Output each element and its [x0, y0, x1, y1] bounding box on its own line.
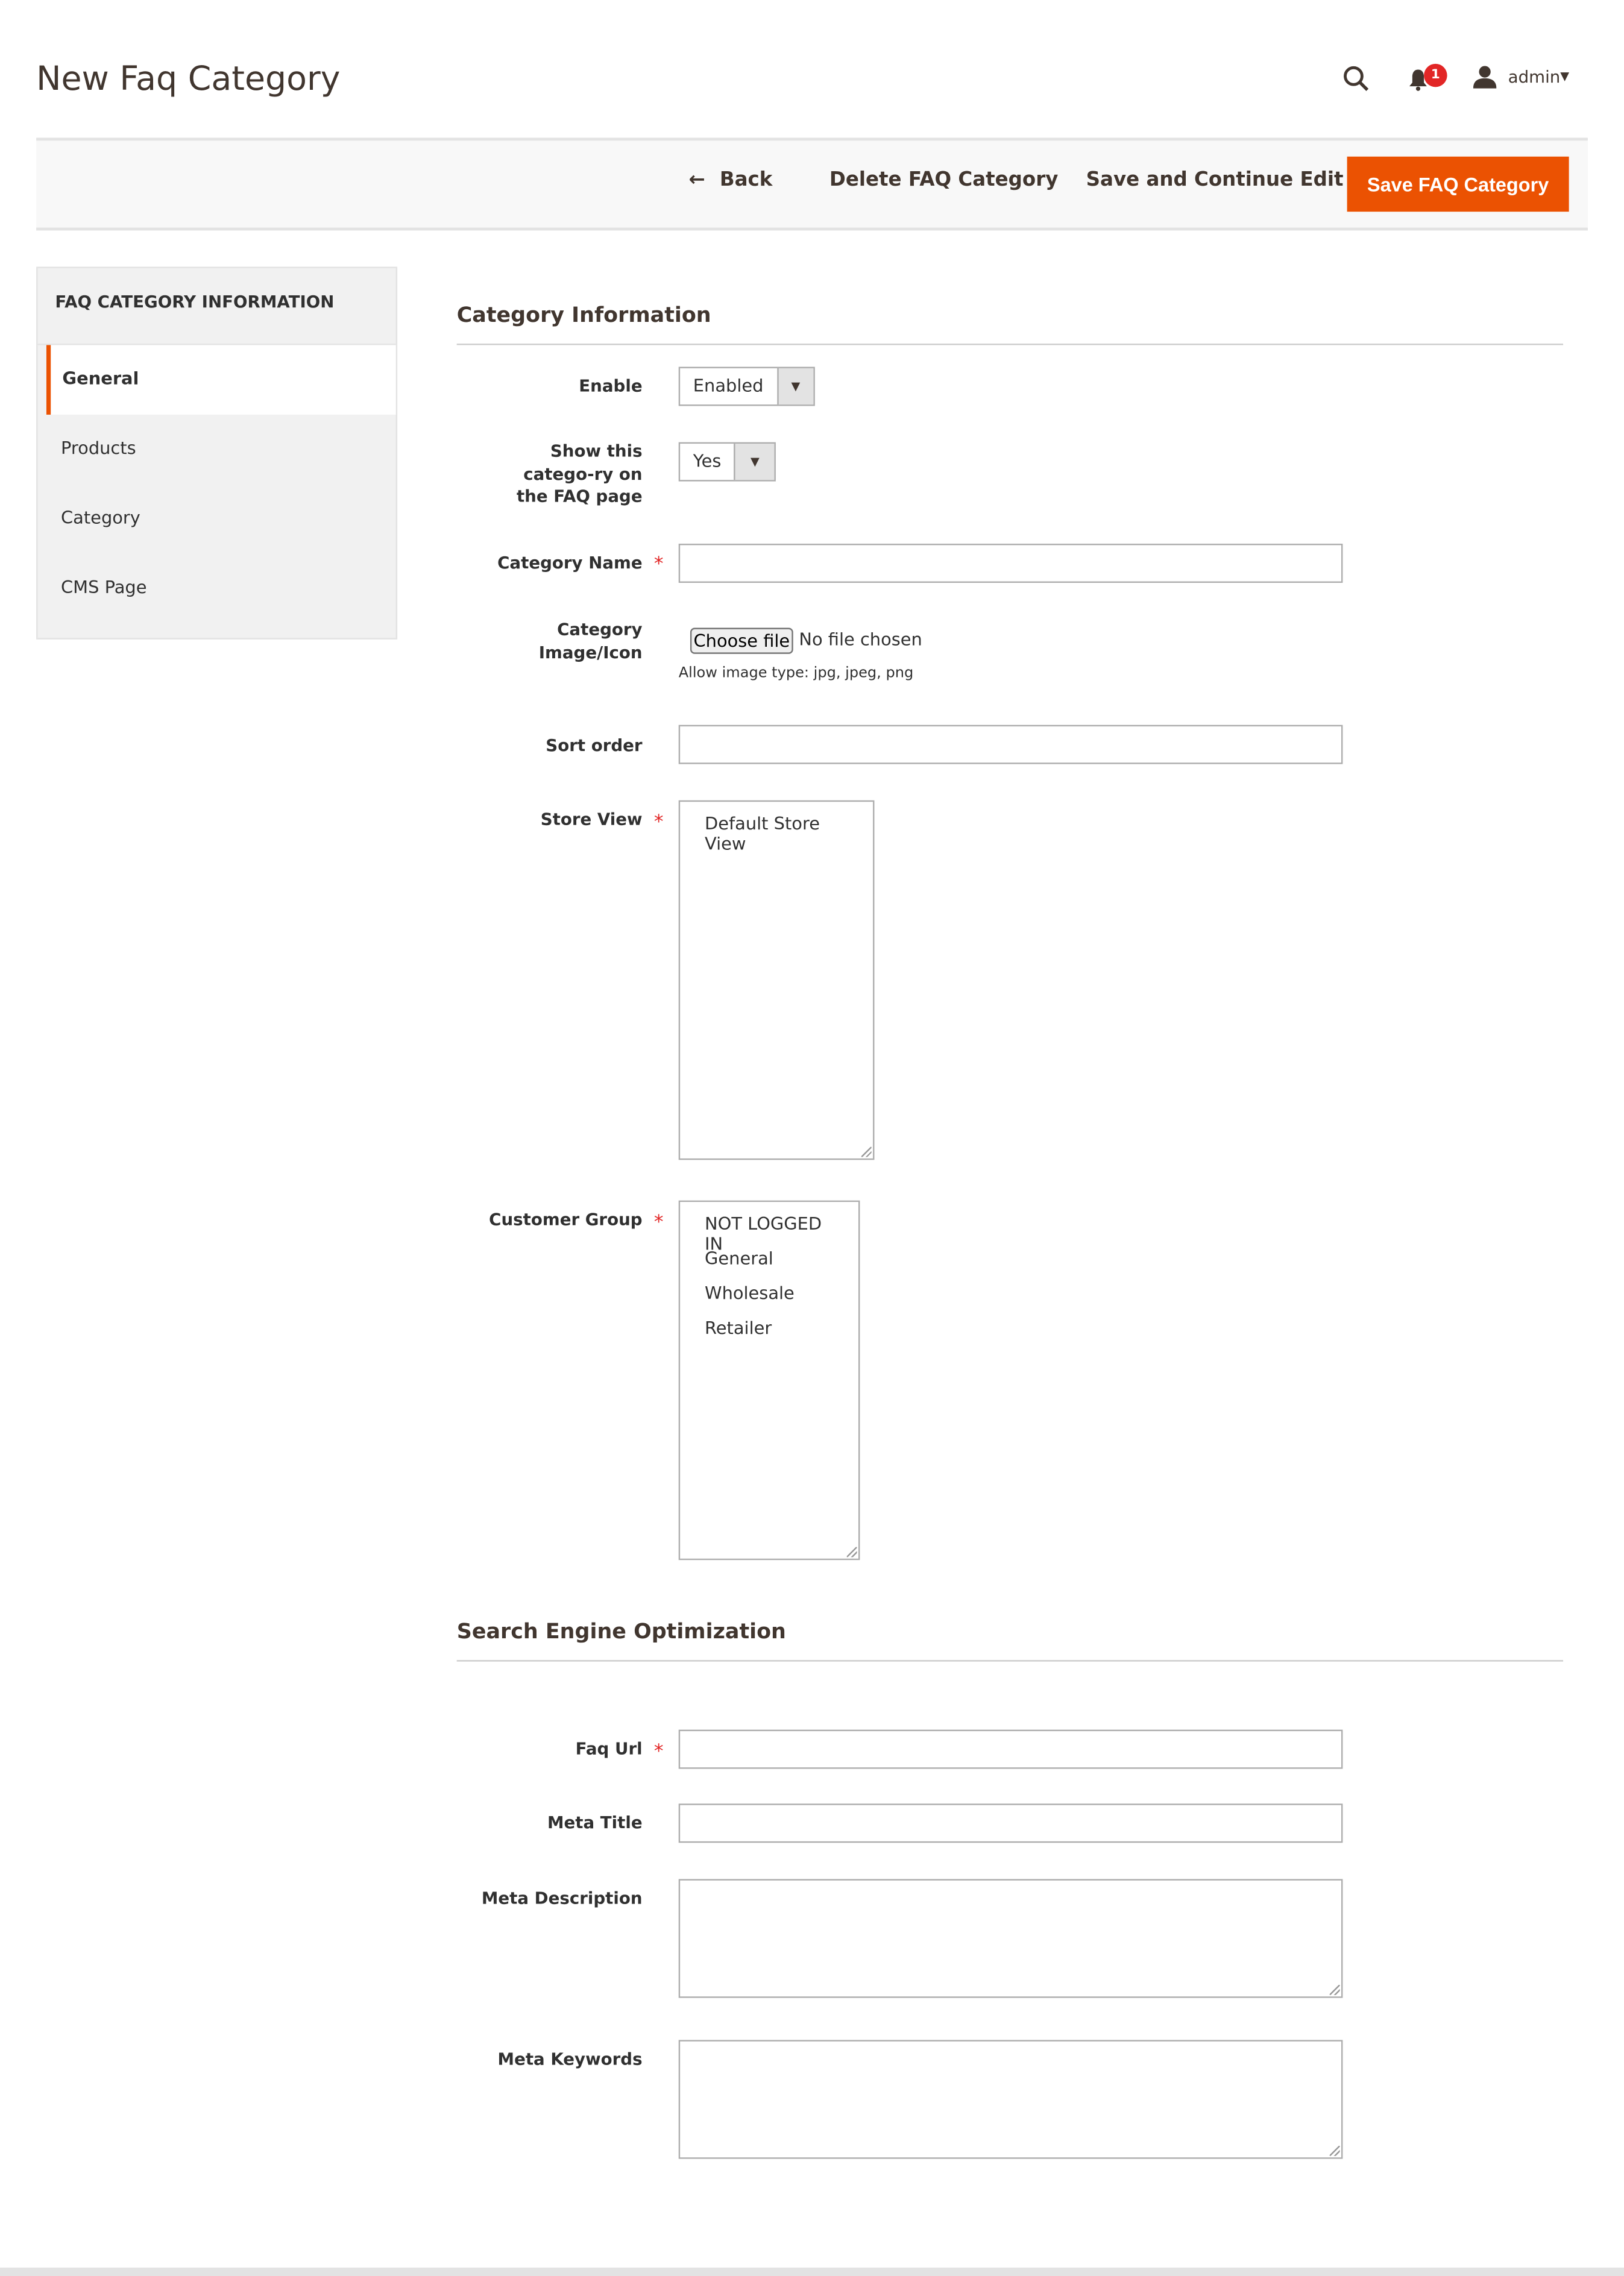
required-mark: *	[653, 1741, 664, 1763]
sidebar-item-products[interactable]: Products	[38, 415, 396, 484]
customer-group-option[interactable]: NOT LOGGED IN	[705, 1213, 834, 1254]
sort-order-label: Sort order	[546, 735, 643, 756]
meta-title-label: Meta Title	[547, 1812, 643, 1833]
user-icon[interactable]	[1473, 65, 1497, 89]
divider	[456, 344, 1564, 345]
sidebar-item-category[interactable]: Category	[38, 484, 396, 553]
store-view-label: Store View	[540, 809, 643, 829]
search-icon[interactable]	[1342, 65, 1369, 92]
meta-keywords-label: Meta Keywords	[497, 2048, 643, 2069]
enable-label: Enable	[579, 375, 643, 396]
show-value: Yes	[693, 451, 722, 471]
save-continue-button[interactable]: Save and Continue Edit	[1086, 168, 1344, 191]
show-on-faq-label: Show this catego-ry on the FAQ page	[516, 441, 643, 506]
divider	[456, 1660, 1564, 1662]
store-view-multiselect[interactable]: Default Store View	[678, 800, 875, 1160]
footer-divider	[0, 2268, 1624, 2276]
customer-group-label: Customer Group	[489, 1209, 643, 1230]
resize-handle[interactable]	[861, 1146, 872, 1157]
enable-select[interactable]: Enabled ▼	[678, 366, 815, 406]
faq-url-input[interactable]	[678, 1729, 1343, 1769]
notification-badge[interactable]: 1	[1424, 63, 1447, 87]
show-on-faq-select[interactable]: Yes ▼	[678, 442, 776, 482]
meta-description-textarea[interactable]	[678, 1879, 1343, 1998]
meta-description-label: Meta Description	[481, 1887, 643, 1908]
delete-button[interactable]: Delete FAQ Category	[829, 168, 1059, 191]
enable-value: Enabled	[693, 375, 764, 396]
resize-handle[interactable]	[846, 1547, 857, 1558]
sidebar-item-general[interactable]: General	[46, 345, 396, 415]
resize-handle[interactable]	[1329, 1984, 1340, 1995]
customer-group-option[interactable]: Wholesale	[705, 1283, 834, 1318]
resize-handle[interactable]	[1329, 2145, 1340, 2156]
category-image-label: Category Image/Icon	[538, 619, 643, 662]
page-title: New Faq Category	[36, 61, 341, 99]
required-mark: *	[653, 1212, 664, 1234]
arrow-left-icon: ←	[688, 168, 705, 192]
category-name-input[interactable]	[678, 544, 1343, 583]
choose-file-button[interactable]: Choose file	[690, 627, 793, 654]
page-actions-toolbar: ← Back Delete FAQ Category Save and Conti…	[36, 137, 1588, 231]
meta-title-input[interactable]	[678, 1803, 1343, 1843]
file-status: No file chosen	[799, 629, 922, 650]
user-menu[interactable]: admin	[1508, 67, 1561, 87]
customer-group-option[interactable]: Retailer	[705, 1318, 834, 1353]
file-note: Allow image type: jpg, jpeg, png	[678, 665, 914, 682]
required-mark: *	[653, 812, 664, 834]
required-mark: *	[653, 553, 664, 576]
category-name-label: Category Name	[497, 552, 643, 573]
store-view-option[interactable]: Default Store View	[705, 813, 848, 854]
faq-url-label: Faq Url	[575, 1738, 643, 1759]
section-title: Search Engine Optimization	[456, 1621, 786, 1644]
section-title: Category Information	[456, 304, 711, 328]
sidebar-item-cms-page[interactable]: CMS Page	[38, 554, 396, 623]
chevron-down-icon: ▼	[776, 368, 814, 405]
sort-order-input[interactable]	[678, 725, 1343, 764]
sidebar-heading: FAQ CATEGORY INFORMATION	[37, 268, 396, 345]
chevron-down-icon: ▼	[734, 444, 775, 480]
caret-down-icon[interactable]: ▼	[1560, 69, 1569, 83]
save-button[interactable]: Save FAQ Category	[1347, 156, 1569, 212]
meta-keywords-textarea[interactable]	[678, 2040, 1343, 2159]
back-label: Back	[719, 168, 773, 192]
back-button[interactable]: ← Back	[689, 168, 773, 191]
sidebar: FAQ CATEGORY INFORMATION General Product…	[36, 266, 398, 640]
customer-group-option[interactable]: General	[705, 1248, 834, 1283]
customer-group-multiselect[interactable]: NOT LOGGED IN General Wholesale Retailer	[678, 1200, 860, 1561]
